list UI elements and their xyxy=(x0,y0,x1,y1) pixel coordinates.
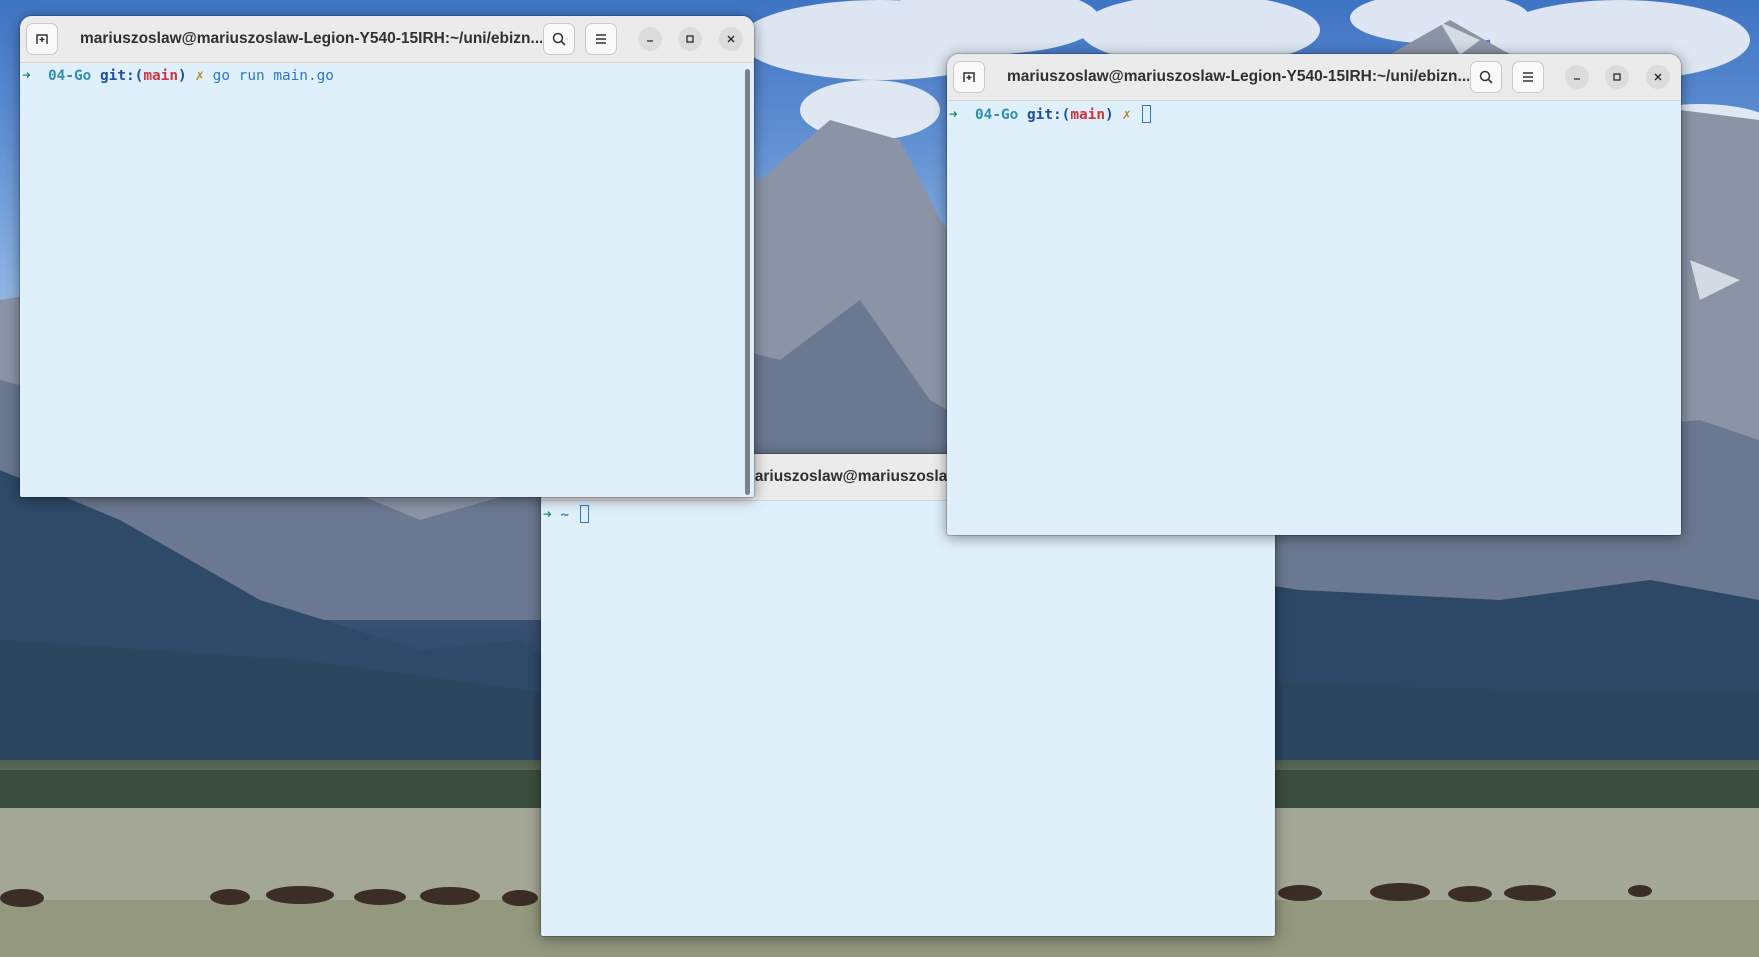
terminal-content[interactable]: ➜ 04-Go git:(main) ✗ xyxy=(947,101,1681,535)
terminal-window-right[interactable]: mariuszoslaw@mariuszoslaw-Legion-Y540-15… xyxy=(947,54,1681,535)
terminal-window-left[interactable]: mariuszoslaw@mariuszoslaw-Legion-Y540-15… xyxy=(20,16,754,497)
git-label-open: git:( xyxy=(1027,107,1071,123)
prompt-line: ➜ 04-Go git:(main) ✗ go run main.go xyxy=(22,67,334,85)
maximize-icon xyxy=(686,35,694,43)
window-title: mariuszoslaw@mariuszoslaw-Legion-Y540-15… xyxy=(1007,68,1469,85)
prompt-directory: 04-Go xyxy=(48,68,92,84)
menu-button[interactable] xyxy=(585,23,617,55)
search-icon xyxy=(552,32,566,46)
close-button[interactable] xyxy=(719,27,743,51)
titlebar[interactable]: mariuszoslaw@mariuszoslaw-Legion-Y540-15… xyxy=(20,16,754,63)
prompt-arrow: ➜ xyxy=(22,68,31,84)
new-tab-icon xyxy=(963,72,975,82)
command-text: go run main.go xyxy=(212,68,334,84)
new-tab-button[interactable] xyxy=(26,23,58,55)
scrollbar[interactable] xyxy=(745,69,750,495)
new-tab-button[interactable] xyxy=(953,61,985,93)
maximize-button[interactable] xyxy=(1605,65,1629,89)
cursor xyxy=(579,505,589,523)
minimize-icon xyxy=(1574,78,1580,80)
dirty-mark: ✗ xyxy=(1122,107,1131,123)
minimize-button[interactable] xyxy=(1565,65,1589,89)
prompt-arrow: ➜ xyxy=(543,507,552,523)
new-tab-icon xyxy=(36,34,48,44)
cursor xyxy=(1141,105,1151,123)
close-icon xyxy=(727,35,735,43)
git-branch: main xyxy=(1070,107,1105,123)
close-button[interactable] xyxy=(1646,65,1670,89)
maximize-icon xyxy=(1613,73,1621,81)
prompt-arrow: ➜ xyxy=(949,107,958,123)
maximize-button[interactable] xyxy=(678,27,702,51)
hamburger-menu-icon xyxy=(1523,72,1533,82)
prompt-line: ➜ ~ xyxy=(543,505,589,524)
window-title: mariuszoslaw@mariuszoslaw-Legion-Y540-15… xyxy=(80,30,542,47)
hamburger-menu-icon xyxy=(596,34,606,44)
prompt-line: ➜ 04-Go git:(main) ✗ xyxy=(949,105,1151,124)
dirty-mark: ✗ xyxy=(195,68,204,84)
prompt-directory: ~ xyxy=(560,507,570,523)
close-icon xyxy=(1654,73,1662,81)
minimize-icon xyxy=(647,40,653,42)
git-label-open: git:( xyxy=(100,68,144,84)
menu-button[interactable] xyxy=(1512,61,1544,93)
git-label-close: ) xyxy=(177,68,187,84)
minimize-button[interactable] xyxy=(638,27,662,51)
prompt-directory: 04-Go xyxy=(975,107,1019,123)
titlebar[interactable]: mariuszoslaw@mariuszoslaw-Legion-Y540-15… xyxy=(947,54,1681,101)
search-button[interactable] xyxy=(1470,61,1502,93)
terminal-content[interactable]: ➜ 04-Go git:(main) ✗ go run main.go xyxy=(20,63,754,497)
search-icon xyxy=(1479,70,1493,84)
git-label-close: ) xyxy=(1104,107,1114,123)
search-button[interactable] xyxy=(543,23,575,55)
terminal-content[interactable]: ➜ ~ xyxy=(541,501,1275,936)
git-branch: main xyxy=(143,68,178,84)
